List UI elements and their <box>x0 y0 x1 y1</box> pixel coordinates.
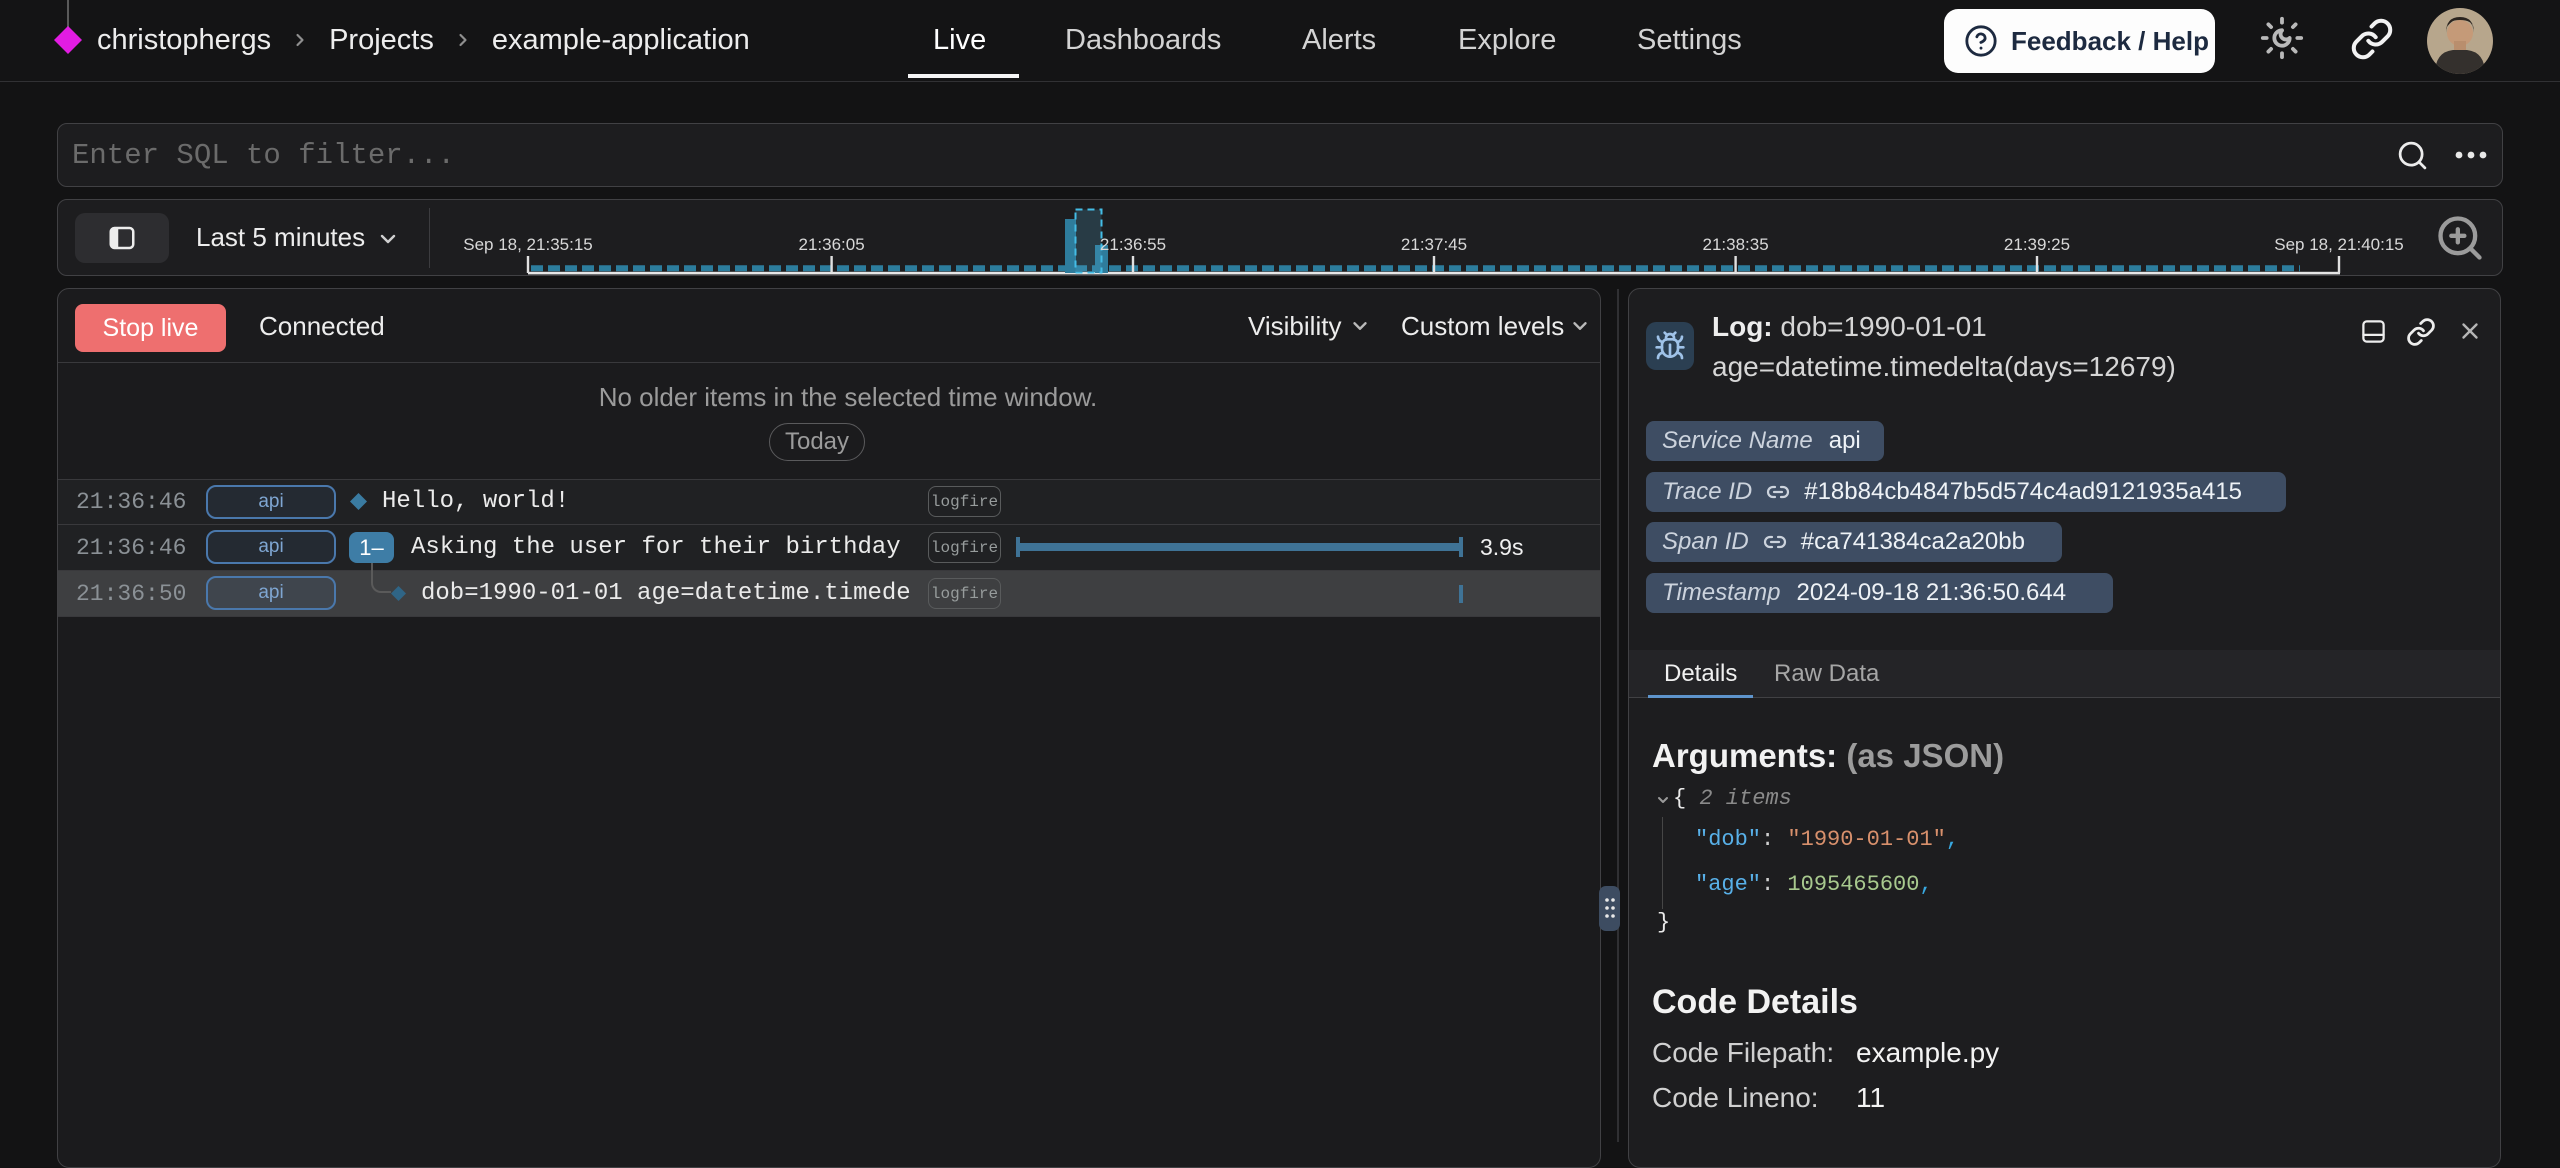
svg-text:Sep 18, 21:35:15: Sep 18, 21:35:15 <box>463 235 593 254</box>
svg-text:21:37:45: 21:37:45 <box>1401 235 1467 254</box>
svg-text:21:38:35: 21:38:35 <box>1703 235 1769 254</box>
svg-text:21:39:25: 21:39:25 <box>2004 235 2070 254</box>
svg-text:21:36:05: 21:36:05 <box>799 235 865 254</box>
svg-text:21:36:55: 21:36:55 <box>1100 235 1166 254</box>
svg-text:Sep 18, 21:40:15: Sep 18, 21:40:15 <box>2274 235 2404 254</box>
